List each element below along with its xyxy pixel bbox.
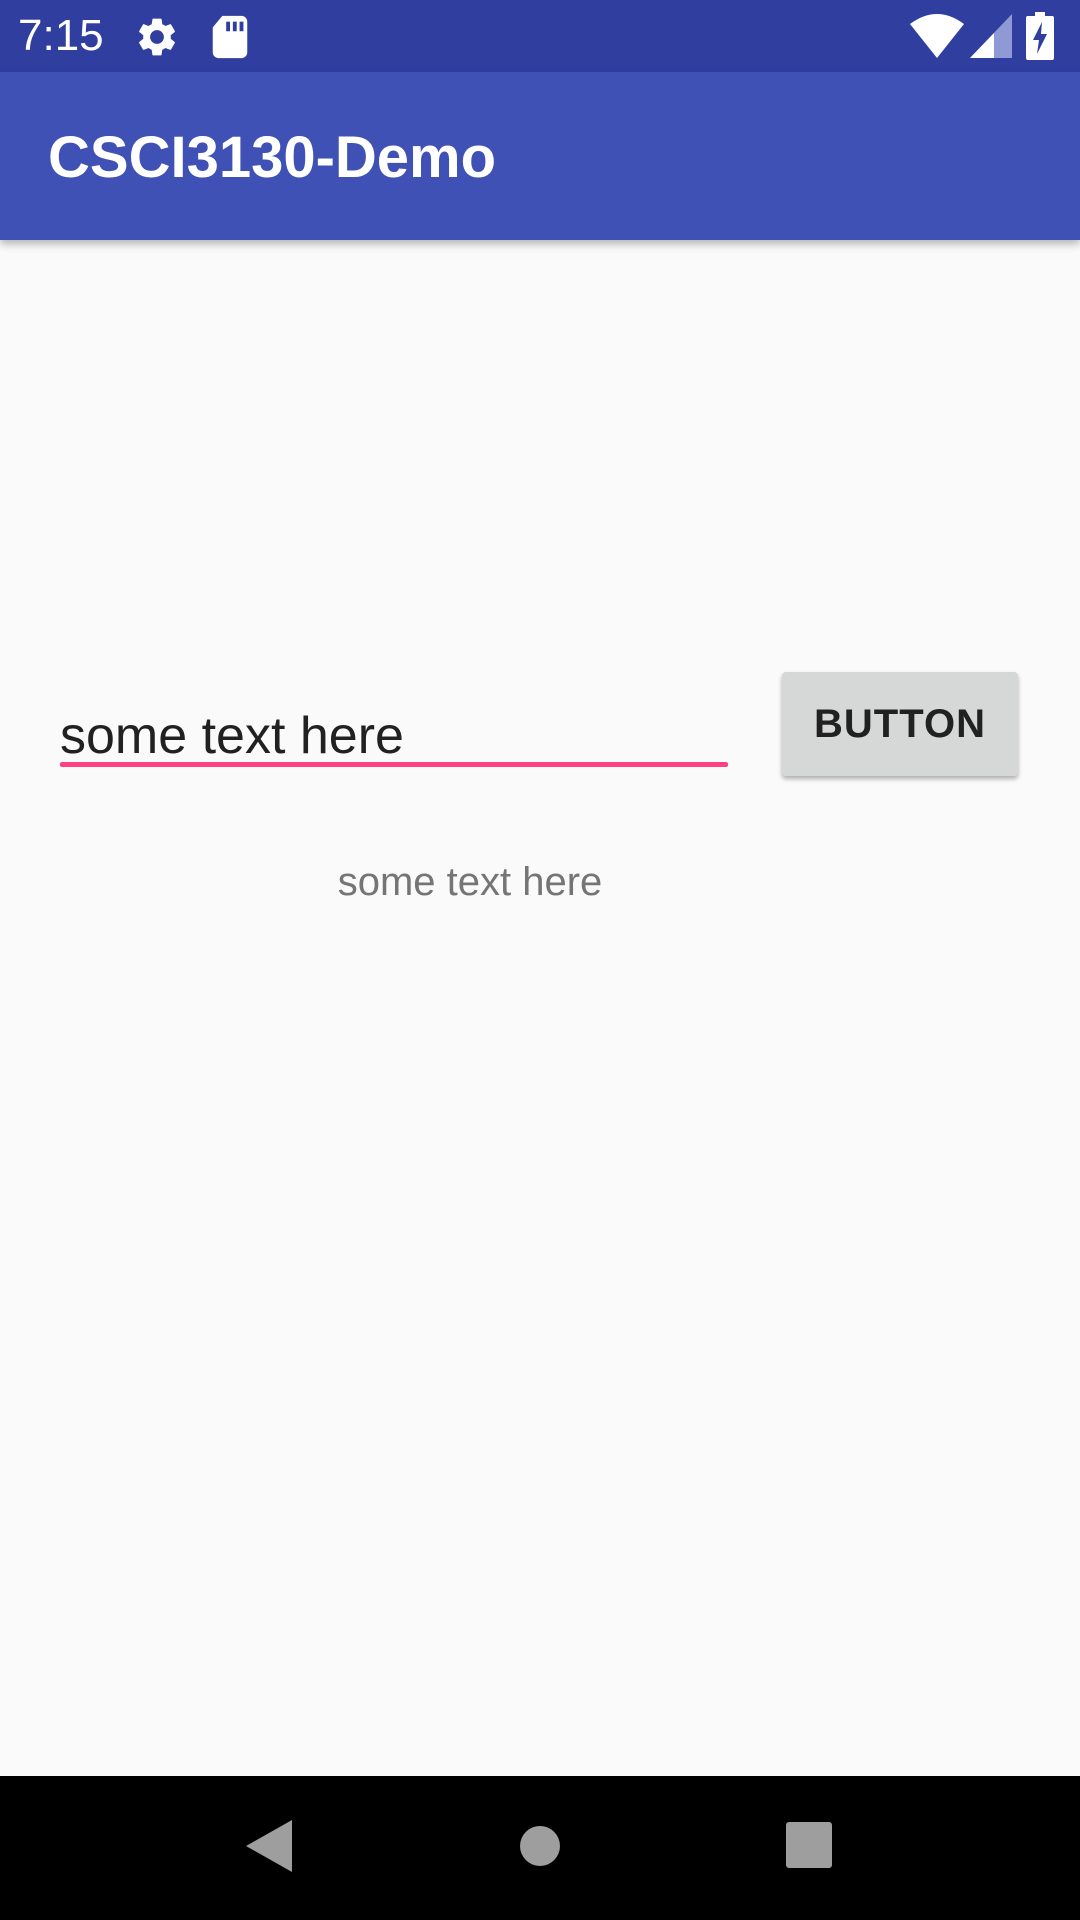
- sd-card-icon: [212, 15, 248, 59]
- navigation-bar: [0, 1776, 1080, 1920]
- gear-icon: [139, 18, 175, 56]
- text-input-underline: [60, 762, 728, 767]
- status-time: 7:15: [18, 11, 104, 60]
- signal-icon: [970, 14, 1012, 58]
- recents-icon[interactable]: [786, 1822, 832, 1868]
- back-icon[interactable]: [246, 1820, 292, 1872]
- app-bar: CSCI3130-Demo: [0, 72, 1080, 240]
- status-bar: 7:15: [0, 0, 1080, 72]
- text-input[interactable]: [60, 690, 728, 782]
- app-title: CSCI3130-Demo: [48, 125, 497, 190]
- main-content: BUTTON some text here: [0, 240, 1080, 1776]
- output-text: some text here: [337, 860, 603, 904]
- battery-charging-icon: [1026, 12, 1054, 60]
- home-icon[interactable]: [520, 1826, 560, 1866]
- wifi-icon: [910, 14, 964, 58]
- action-button[interactable]: BUTTON: [782, 672, 1018, 776]
